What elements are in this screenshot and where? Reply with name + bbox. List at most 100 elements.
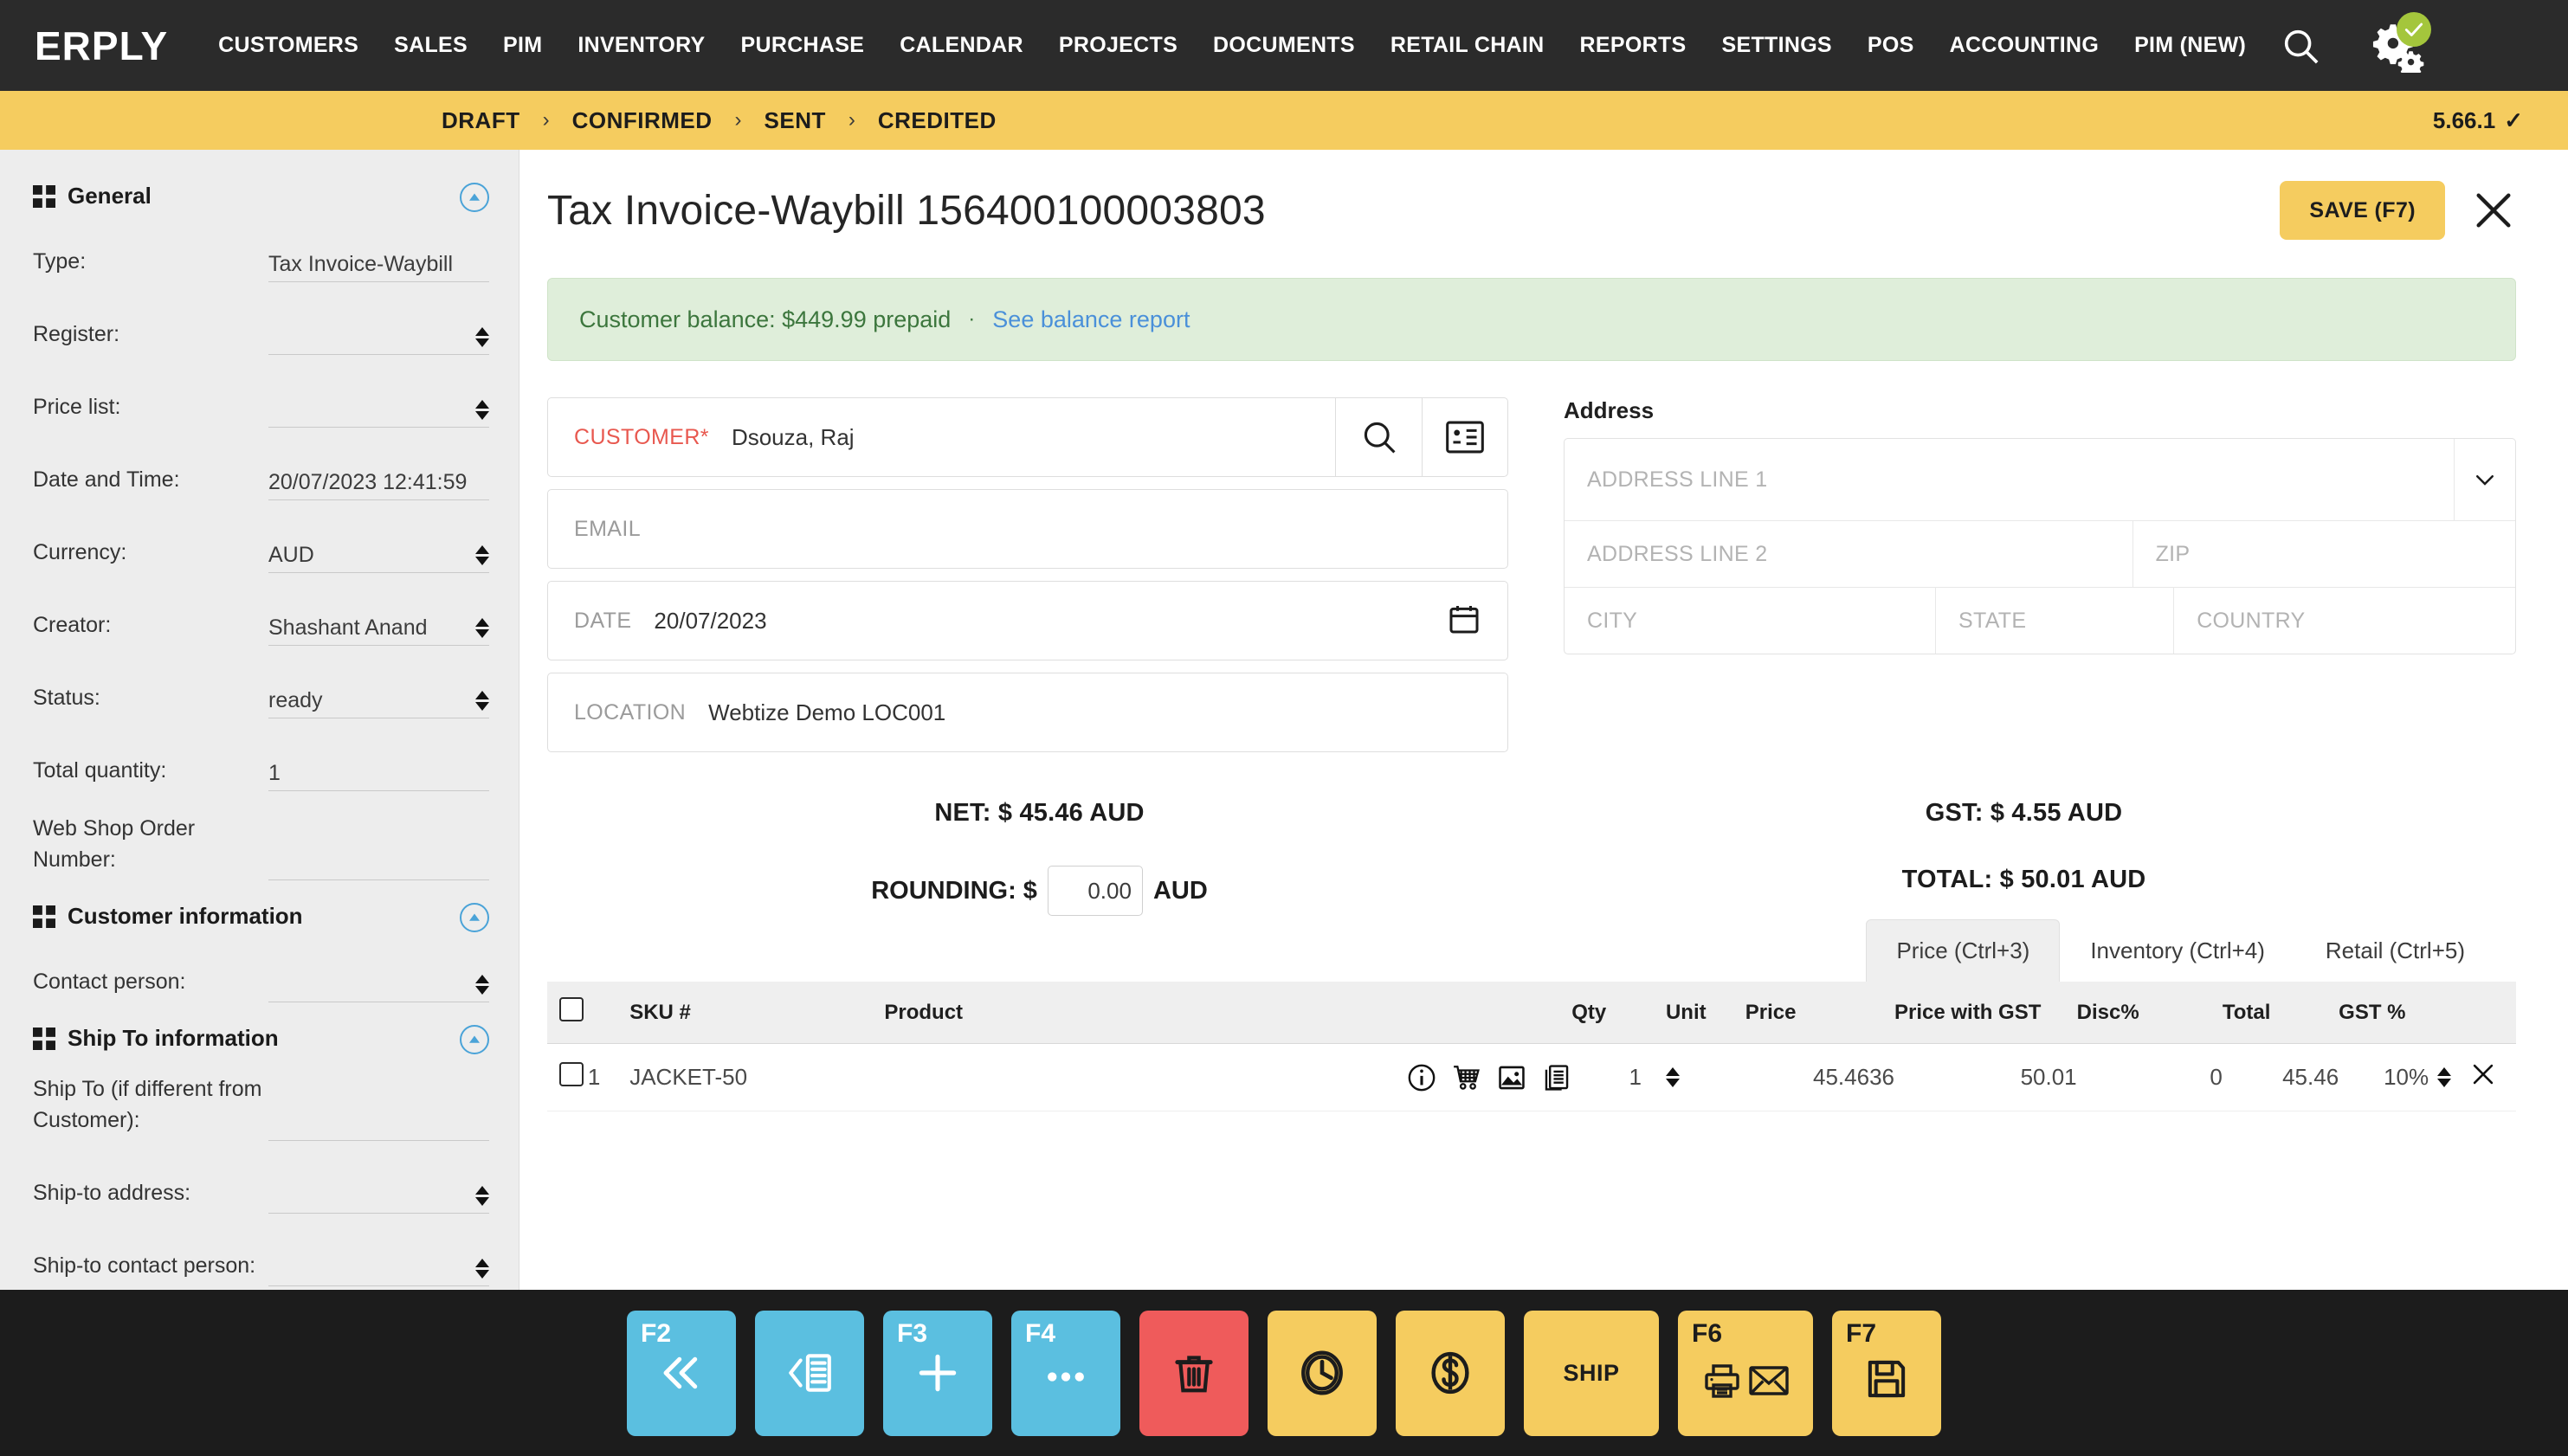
total-header[interactable]: Total (2222, 982, 2339, 1044)
status-step-credited[interactable]: CREDITED (878, 107, 997, 134)
sidebar-section-general[interactable]: General (33, 183, 489, 212)
register-select[interactable] (268, 315, 489, 355)
nav-item-purchase[interactable]: PURCHASE (741, 33, 865, 58)
calendar-icon[interactable] (1447, 602, 1481, 641)
date-input[interactable]: DATE 20/07/2023 (547, 581, 1508, 660)
chevron-up-icon[interactable] (460, 903, 489, 932)
email-input[interactable]: EMAIL (547, 489, 1508, 569)
status-step-confirmed[interactable]: CONFIRMED (572, 107, 713, 134)
tab-inventory[interactable]: Inventory (Ctrl+4) (2060, 919, 2295, 982)
more-actions-button[interactable]: F4 (1011, 1310, 1120, 1436)
creator-select[interactable]: Shashant Anand (268, 606, 489, 646)
row-qty[interactable]: 1 (1571, 1043, 1642, 1111)
tab-retail[interactable]: Retail (Ctrl+5) (2295, 919, 2495, 982)
nav-item-settings[interactable]: SETTINGS (1722, 33, 1832, 58)
address-line-1-input[interactable]: ADDRESS LINE 1 (1565, 439, 2455, 520)
row-disc[interactable]: 0 (2076, 1043, 2223, 1111)
spinner-icon[interactable] (475, 400, 489, 420)
info-icon[interactable] (1407, 1063, 1436, 1092)
nav-item-calendar[interactable]: CALENDAR (900, 33, 1023, 58)
type-input[interactable]: Tax Invoice-Waybill (268, 242, 489, 282)
table-row[interactable]: 1 JACKET-50 1 45.4636 50.01 0 45.46 10% (547, 1043, 2516, 1111)
ship-to-input[interactable] (268, 1101, 489, 1141)
ship-button[interactable]: SHIP (1524, 1310, 1659, 1436)
nav-item-reports[interactable]: REPORTS (1580, 33, 1687, 58)
delete-button[interactable] (1139, 1310, 1249, 1436)
nav-item-documents[interactable]: DOCUMENTS (1213, 33, 1355, 58)
chevron-up-icon[interactable] (460, 183, 489, 212)
date-time-input[interactable]: 20/07/2023 12:41:59 (268, 461, 489, 500)
chevron-down-icon[interactable] (2455, 439, 2515, 520)
status-step-sent[interactable]: SENT (765, 107, 826, 134)
spinner-icon[interactable] (475, 545, 489, 565)
contact-person-select[interactable] (268, 963, 489, 1002)
location-input[interactable]: LOCATION Webtize Demo LOC001 (547, 673, 1508, 752)
nav-item-sales[interactable]: SALES (394, 33, 468, 58)
ship-to-address-select[interactable] (268, 1174, 489, 1214)
customer-search-button[interactable] (1335, 397, 1422, 477)
row-gst-pct[interactable]: 10% (2339, 1043, 2429, 1111)
spinner-icon[interactable] (475, 327, 489, 347)
gst-pct-header[interactable]: GST % (2339, 982, 2429, 1044)
price-list-select[interactable] (268, 388, 489, 428)
spinner-icon[interactable] (475, 1259, 489, 1279)
search-icon[interactable] (2281, 26, 2320, 66)
sku-header[interactable]: SKU # (629, 982, 885, 1044)
address-line-2-input[interactable]: ADDRESS LINE 2 (1565, 521, 2133, 587)
product-header[interactable]: Product (884, 982, 1379, 1044)
gst-spinner-icon[interactable] (2437, 1067, 2468, 1087)
rounding-input[interactable]: 0.00 (1047, 866, 1143, 916)
chevron-up-icon[interactable] (460, 1025, 489, 1054)
sidebar-section-ship-to-information[interactable]: Ship To information (33, 1025, 489, 1054)
customer-input[interactable]: CUSTOMER* Dsouza, Raj (547, 397, 1335, 477)
row-unit[interactable] (1641, 1043, 1745, 1111)
nav-item-retail-chain[interactable]: RETAIL CHAIN (1390, 33, 1545, 58)
row-product[interactable] (884, 1043, 1379, 1111)
state-input[interactable]: STATE (1936, 588, 2175, 654)
row-price-with-gst[interactable]: 50.01 (1894, 1043, 2077, 1111)
save-button[interactable]: SAVE (F7) (2280, 181, 2445, 240)
nav-item-accounting[interactable]: ACCOUNTING (1950, 33, 2099, 58)
currency-select[interactable]: AUD (268, 533, 489, 573)
document-icon[interactable] (1542, 1063, 1571, 1092)
see-balance-report-link[interactable]: See balance report (992, 306, 1190, 333)
ship-to-contact-person-select[interactable] (268, 1247, 489, 1286)
spinner-icon[interactable] (475, 691, 489, 711)
total-quantity-input[interactable]: 1 (268, 751, 489, 791)
save-button-bottom[interactable]: F7 (1832, 1310, 1941, 1436)
price-with-gst-header[interactable]: Price with GST (1894, 982, 2077, 1044)
zip-input[interactable]: ZIP (2133, 521, 2515, 587)
collapse-left-button[interactable]: F2 (627, 1310, 736, 1436)
price-header[interactable]: Price (1745, 982, 1894, 1044)
gear-icon[interactable] (2365, 11, 2432, 77)
history-button[interactable] (1268, 1310, 1377, 1436)
status-select[interactable]: ready (268, 679, 489, 718)
country-input[interactable]: COUNTRY (2174, 588, 2515, 654)
toggle-panel-button[interactable] (755, 1310, 864, 1436)
tab-price[interactable]: Price (Ctrl+3) (1866, 919, 2061, 982)
spinner-icon[interactable] (475, 618, 489, 638)
add-row-button[interactable]: F3 (883, 1310, 992, 1436)
nav-item-pos[interactable]: POS (1868, 33, 1914, 58)
select-all-checkbox[interactable] (559, 997, 584, 1021)
close-icon[interactable] (2471, 188, 2516, 233)
row-sku[interactable]: JACKET-50 (629, 1043, 885, 1111)
erply-logo[interactable]: ERPLY (35, 23, 168, 69)
cart-icon[interactable] (1452, 1063, 1481, 1092)
sidebar-section-customer-information[interactable]: Customer information (33, 903, 489, 932)
unit-header[interactable]: Unit (1641, 982, 1745, 1044)
print-email-button[interactable]: F6 (1678, 1310, 1813, 1436)
nav-item-pim[interactable]: PIM (503, 33, 542, 58)
nav-item-projects[interactable]: PROJECTS (1059, 33, 1178, 58)
status-step-draft[interactable]: DRAFT (442, 107, 520, 134)
customer-card-button[interactable] (1422, 397, 1508, 477)
web-shop-order-number-input[interactable] (268, 841, 489, 880)
image-icon[interactable] (1497, 1063, 1526, 1092)
close-icon[interactable] (2468, 1064, 2498, 1094)
payment-button[interactable] (1396, 1310, 1505, 1436)
qty-header[interactable]: Qty (1571, 982, 1642, 1044)
spinner-icon[interactable] (475, 1186, 489, 1206)
nav-item-inventory[interactable]: INVENTORY (577, 33, 705, 58)
nav-item-pim-new[interactable]: PIM (NEW) (2134, 33, 2246, 58)
disc-header[interactable]: Disc% (2076, 982, 2223, 1044)
